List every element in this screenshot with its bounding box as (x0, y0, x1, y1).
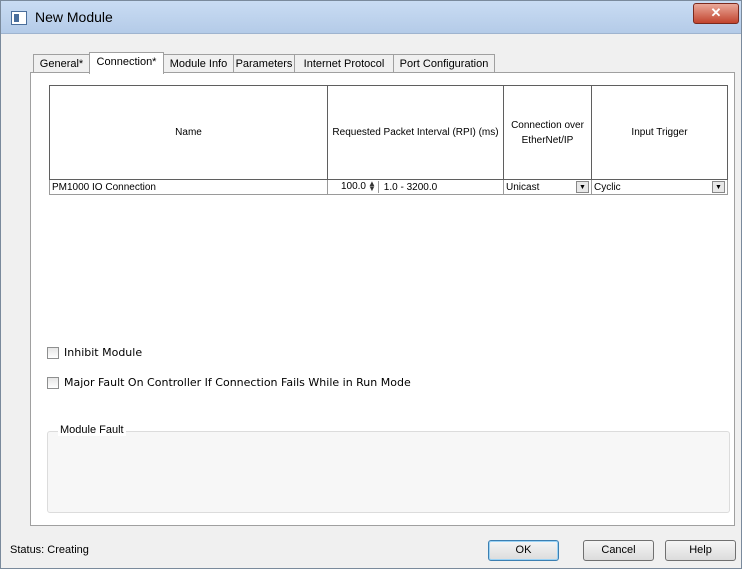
tab-module-info[interactable]: Module Info (163, 54, 234, 72)
chevron-down-icon[interactable]: ▼ (712, 181, 725, 193)
help-button[interactable]: Help (665, 540, 736, 561)
rpi-range: 1.0 - 3200.0 (383, 181, 438, 193)
title-bar[interactable]: New Module ✕ (1, 1, 741, 34)
inhibit-module-label[interactable]: Inhibit Module (64, 346, 142, 359)
connection-name: PM1000 IO Connection (52, 181, 156, 193)
table-row: PM1000 IO Connection 100.0 ▲ ▼ 1.0 - 3200.… (49, 179, 728, 195)
input-trigger-value: Cyclic (594, 181, 621, 193)
input-trigger-select[interactable]: Cyclic ▼ (591, 179, 728, 195)
rpi-spinner-icon[interactable]: ▲ ▼ (368, 180, 376, 193)
connection-table: Name Requested Packet Interval (RPI) (ms… (49, 85, 728, 195)
tab-connection[interactable]: Connection* (89, 52, 164, 74)
rpi-input[interactable]: 100.0 ▲ ▼ (330, 180, 379, 193)
major-fault-checkbox[interactable] (47, 377, 59, 389)
new-module-dialog: New Module ✕ General* Connection* Module… (0, 0, 742, 569)
cancel-button[interactable]: Cancel (583, 540, 654, 561)
rpi-cell: 100.0 ▲ ▼ 1.0 - 3200.0 (327, 179, 504, 195)
module-fault-label: Module Fault (58, 424, 126, 436)
connection-over-select[interactable]: Unicast ▼ (503, 179, 592, 195)
ok-button[interactable]: OK (488, 540, 559, 561)
chevron-down-icon[interactable]: ▼ (576, 181, 589, 193)
column-header-name: Name (49, 85, 328, 180)
rpi-value: 100.0 (340, 181, 366, 193)
column-header-connection-over: Connection over EtherNet/IP (503, 85, 592, 180)
major-fault-label[interactable]: Major Fault On Controller If Connection … (64, 376, 411, 389)
connection-name-cell: PM1000 IO Connection (49, 179, 328, 195)
close-button[interactable]: ✕ (693, 3, 739, 24)
table-header-row: Name Requested Packet Interval (RPI) (ms… (49, 85, 728, 180)
connection-panel: Name Requested Packet Interval (RPI) (ms… (30, 72, 735, 526)
inhibit-module-checkbox[interactable] (47, 347, 59, 359)
tab-parameters[interactable]: Parameters (233, 54, 295, 72)
module-fault-group: Module Fault (47, 424, 730, 513)
window-title: New Module (35, 9, 113, 25)
status-text: Status: Creating (10, 544, 89, 556)
tab-port-configuration[interactable]: Port Configuration (393, 54, 495, 72)
column-header-rpi: Requested Packet Interval (RPI) (ms) (327, 85, 504, 180)
window-icon (11, 11, 27, 25)
connection-over-value: Unicast (506, 181, 540, 193)
tab-general[interactable]: General* (33, 54, 90, 72)
column-header-input-trigger: Input Trigger (591, 85, 728, 180)
tab-internet-protocol[interactable]: Internet Protocol (294, 54, 394, 72)
